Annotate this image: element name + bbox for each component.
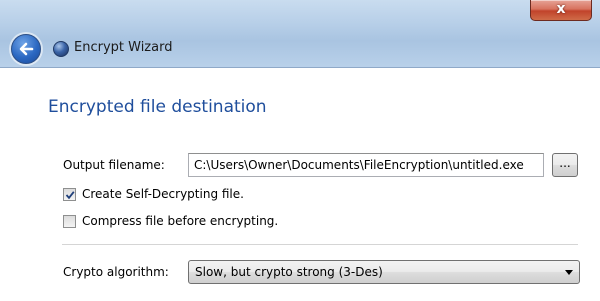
chevron-down-icon: [565, 270, 573, 275]
page-title: Encrypted file destination: [48, 97, 267, 117]
separator: [62, 244, 578, 245]
title-bar: x Encrypt Wizard: [0, 0, 600, 68]
encrypt-wizard-window: x Encrypt Wizard Encrypted file destinat…: [0, 0, 600, 301]
window-title: Encrypt Wizard: [74, 40, 173, 55]
output-filename-label: Output filename:: [63, 158, 165, 172]
checkmark-icon: [65, 191, 75, 200]
self-decrypting-label[interactable]: Create Self-Decrypting file.: [82, 187, 244, 202]
back-arrow-icon: [19, 42, 34, 56]
close-icon: x: [556, 1, 566, 17]
app-globe-icon: [53, 41, 69, 57]
self-decrypting-checkbox[interactable]: [63, 188, 76, 201]
browse-button[interactable]: ...: [552, 153, 578, 177]
compress-label[interactable]: Compress file before encrypting.: [82, 214, 278, 229]
output-filename-input[interactable]: C:\Users\Owner\Documents\FileEncryption\…: [188, 153, 544, 177]
crypto-algorithm-select[interactable]: Slow, but crypto strong (3-Des): [188, 260, 580, 284]
crypto-algorithm-value: Slow, but crypto strong (3-Des): [195, 265, 383, 279]
back-button[interactable]: [11, 34, 41, 64]
compress-checkbox[interactable]: [63, 215, 76, 228]
wizard-content: Encrypted file destination Output filena…: [0, 68, 600, 301]
close-button[interactable]: x: [530, 0, 592, 21]
crypto-algorithm-label: Crypto algorithm:: [63, 265, 169, 279]
